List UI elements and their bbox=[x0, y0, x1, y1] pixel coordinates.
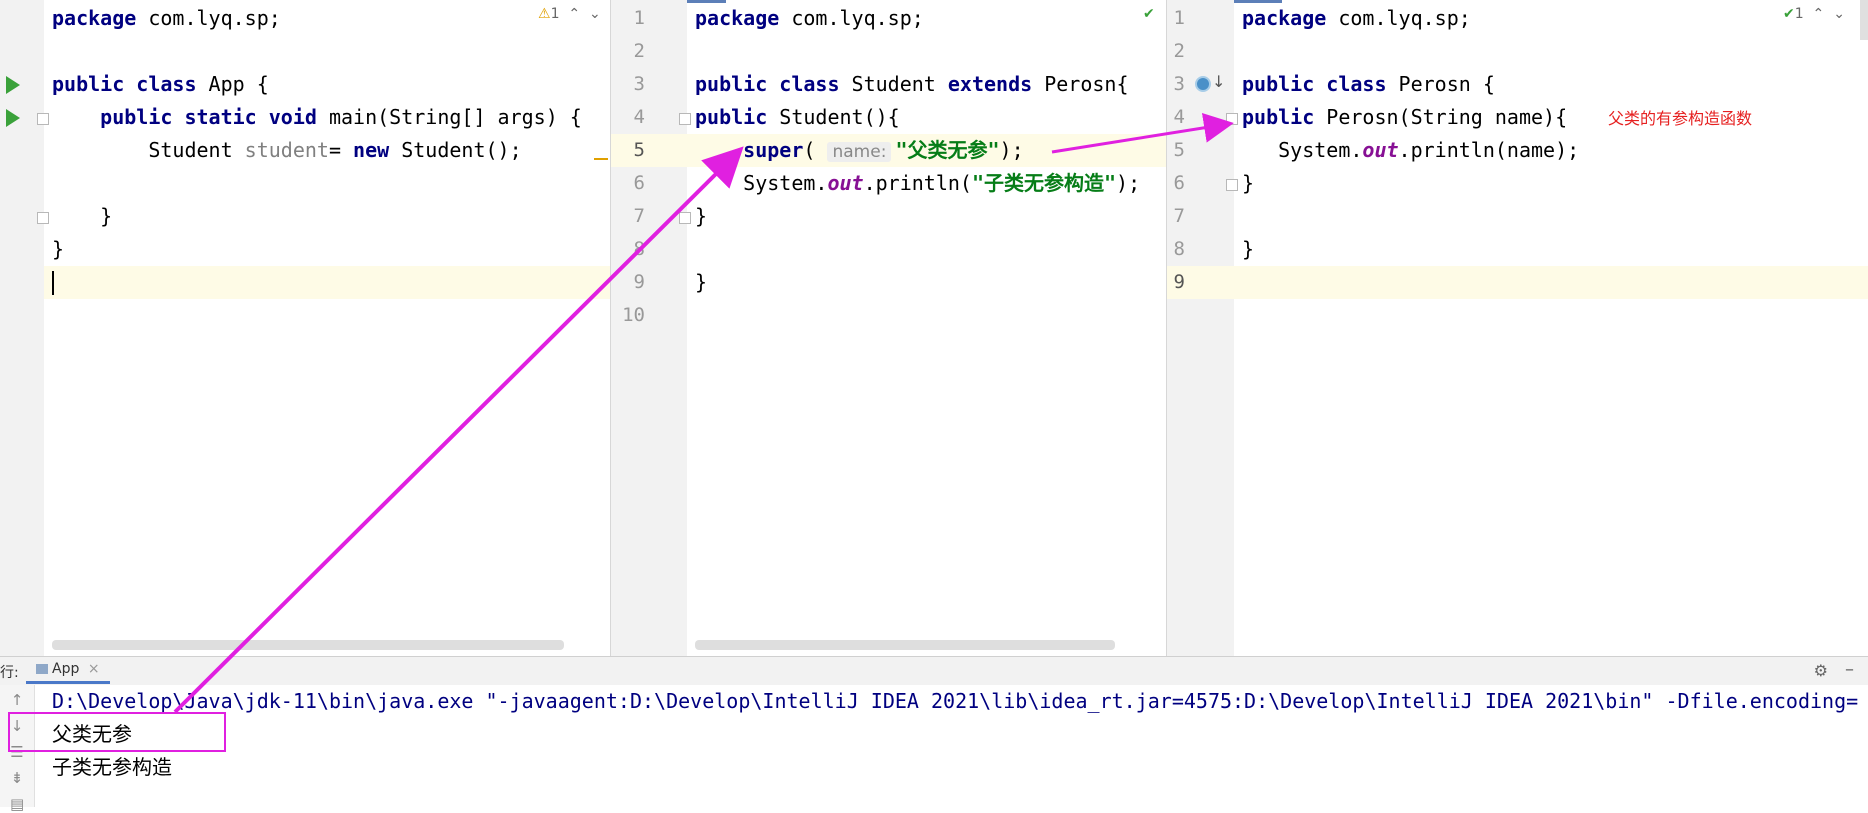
up-arrow-icon[interactable]: ↑ bbox=[10, 691, 24, 709]
fold-marker-icon[interactable] bbox=[37, 212, 49, 224]
down-arrow-icon: ↓ bbox=[1212, 72, 1226, 91]
horizontal-scrollbar[interactable] bbox=[695, 640, 1115, 650]
code-line: public class Student extends Perosn{ bbox=[695, 72, 1129, 96]
implemented-by-icon[interactable] bbox=[1195, 76, 1211, 92]
code-area[interactable]: package com.lyq.sp; public class App { p… bbox=[52, 0, 610, 656]
code-line: } bbox=[52, 204, 113, 228]
gutter bbox=[0, 0, 44, 656]
file-icon bbox=[36, 664, 48, 674]
code-line: public Perosn(String name){ bbox=[1242, 105, 1568, 129]
console-command-line: D:\Develop\Java\jdk-11\bin\java.exe "-ja… bbox=[52, 689, 1859, 713]
editor-pane-perosn[interactable]: 1 2 3 4 5 6 7 8 9 ↓ ✔1 ⌃ ⌄ package com.l… bbox=[1167, 0, 1868, 656]
fold-marker-icon[interactable] bbox=[37, 113, 49, 125]
run-prefix-label: 行: bbox=[0, 665, 19, 681]
console-output-line: 子类无参构造 bbox=[52, 755, 172, 779]
annotation-label: 父类的有参构造函数 bbox=[1608, 109, 1753, 128]
change-marker bbox=[594, 158, 608, 160]
fold-marker-icon[interactable] bbox=[679, 212, 691, 224]
editor-pane-app[interactable]: ⚠1 ⌃ ⌄ package com.lyq.sp; public class … bbox=[0, 0, 610, 656]
code-line: } bbox=[1242, 237, 1255, 261]
code-line: package com.lyq.sp; bbox=[1242, 6, 1471, 30]
code-line: } bbox=[695, 204, 708, 228]
code-line: System.out.println("子类无参构造"); bbox=[695, 171, 1141, 195]
fold-marker-icon[interactable] bbox=[1226, 179, 1238, 191]
code-line: Student student= new Student(); bbox=[52, 138, 522, 162]
code-line: package com.lyq.sp; bbox=[52, 6, 281, 30]
code-line: package com.lyq.sp; bbox=[695, 6, 924, 30]
run-main-icon[interactable] bbox=[6, 109, 20, 127]
gear-icon[interactable]: ⚙ bbox=[1814, 661, 1828, 680]
minimize-icon[interactable]: – bbox=[1845, 659, 1854, 680]
code-line: public class App { bbox=[52, 72, 269, 96]
run-tab-app[interactable]: App × bbox=[26, 657, 110, 684]
text-cursor bbox=[52, 271, 54, 295]
code-area[interactable]: package com.lyq.sp; public class Perosn … bbox=[1242, 0, 1868, 656]
output-highlight-box bbox=[8, 712, 226, 752]
scroll-to-end-icon[interactable]: ⇟ bbox=[10, 769, 24, 787]
code-line: public Student(){ bbox=[695, 105, 900, 129]
code-line: super( name: "父类无参"); bbox=[743, 138, 1024, 162]
fold-marker-icon[interactable] bbox=[679, 113, 691, 125]
code-line: System.out.println(name); bbox=[1242, 138, 1580, 162]
parameter-hint: name: bbox=[827, 142, 892, 162]
run-tool-header: 行: App × ⚙ – bbox=[0, 656, 1868, 686]
code-area[interactable]: package com.lyq.sp; public class Student… bbox=[695, 0, 1166, 656]
fold-marker-icon[interactable] bbox=[1226, 113, 1238, 125]
horizontal-scrollbar[interactable] bbox=[52, 640, 564, 650]
editor-pane-student[interactable]: 1 2 3 4 5 6 7 8 9 10 ✔ package com.lyq.s… bbox=[611, 0, 1166, 656]
close-tab-icon[interactable]: × bbox=[88, 661, 100, 677]
code-line: } bbox=[695, 270, 708, 294]
code-line: } bbox=[1242, 171, 1255, 195]
code-line: public class Perosn { bbox=[1242, 72, 1495, 96]
code-line: } bbox=[52, 237, 65, 261]
code-line: public static void main(String[] args) { bbox=[100, 105, 582, 129]
run-class-icon[interactable] bbox=[6, 76, 20, 94]
vertical-scrollbar[interactable] bbox=[1860, 0, 1868, 40]
print-icon[interactable]: ▤ bbox=[10, 795, 24, 813]
run-console[interactable]: ↑ ↓ ☰ ⇟ ▤ D:\Develop\Java\jdk-11\bin\jav… bbox=[0, 685, 1868, 813]
